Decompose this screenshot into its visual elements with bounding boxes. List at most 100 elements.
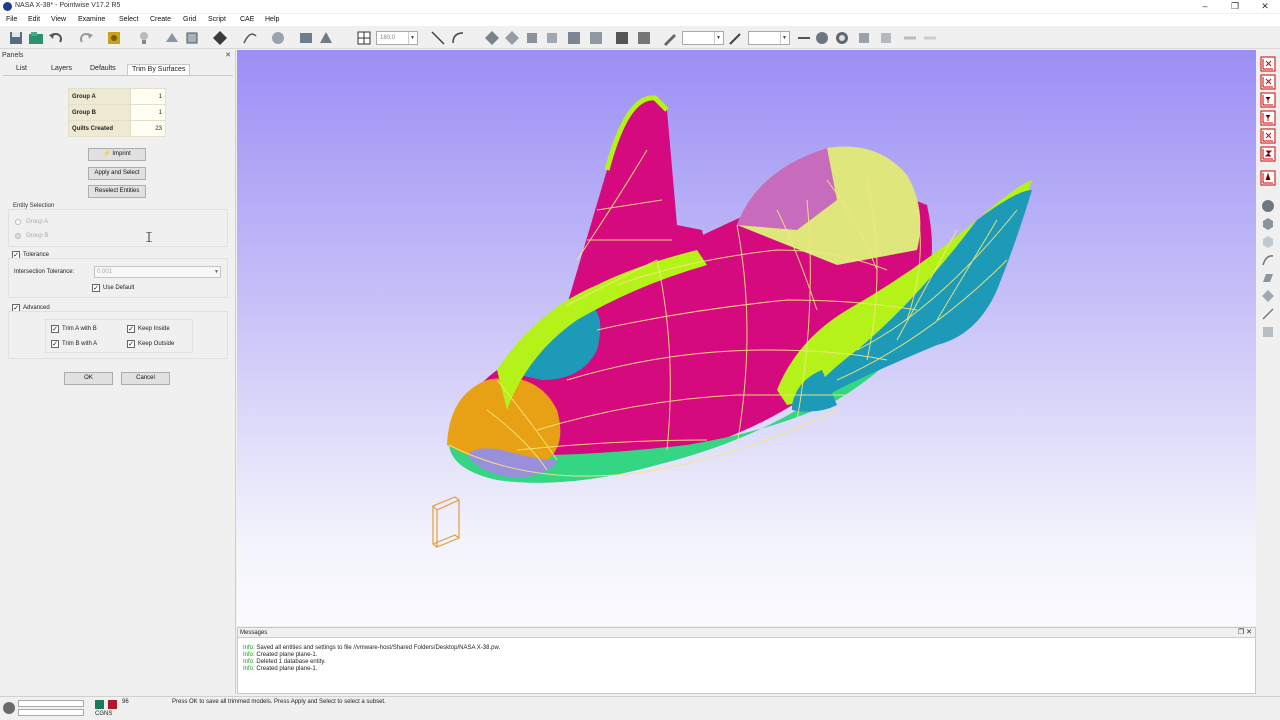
menu-script[interactable]: Script bbox=[208, 16, 226, 23]
message-text: Created plane plane-1. bbox=[256, 666, 318, 672]
view-yz-icon[interactable] bbox=[1260, 110, 1276, 126]
chevron-down-icon: ▼ bbox=[214, 269, 219, 275]
message-text: Saved all entities and settings to file … bbox=[256, 645, 501, 651]
keep-inside-checkbox[interactable]: ✓ bbox=[127, 325, 135, 333]
message-line: Info: Deleted 1 database entity. bbox=[243, 659, 326, 665]
view-xz-icon[interactable] bbox=[1260, 74, 1276, 90]
probe-icon[interactable] bbox=[1260, 306, 1276, 322]
journal-icon[interactable] bbox=[106, 30, 122, 46]
solve-icon[interactable] bbox=[544, 30, 560, 46]
group-b-option: Group B bbox=[26, 233, 49, 239]
view-yx-icon[interactable] bbox=[1260, 92, 1276, 108]
save-icon[interactable] bbox=[8, 30, 24, 46]
structured-icon[interactable] bbox=[566, 30, 582, 46]
messages-window-controls[interactable]: ❐ ✕ bbox=[1238, 628, 1252, 638]
cube-view-icon[interactable] bbox=[1260, 216, 1276, 232]
domain-icon[interactable] bbox=[484, 30, 500, 46]
menu-file[interactable]: File bbox=[6, 16, 17, 23]
table-row[interactable]: Quilts Created 23 bbox=[68, 120, 166, 137]
maximize-button[interactable]: ❐ bbox=[1220, 0, 1250, 13]
curve-view-icon[interactable] bbox=[1260, 252, 1276, 268]
use-default-checkbox[interactable]: ✓ bbox=[92, 284, 100, 292]
cube-view-icon[interactable] bbox=[184, 30, 200, 46]
message-line: Info: Created plane plane-1. bbox=[243, 666, 317, 672]
arc-tool-icon[interactable] bbox=[450, 30, 466, 46]
group-b-radio[interactable] bbox=[15, 233, 21, 239]
cae-icon[interactable] bbox=[856, 30, 872, 46]
surface-view-icon[interactable] bbox=[1260, 270, 1276, 286]
curve-tool-icon[interactable] bbox=[242, 30, 258, 46]
ruler-icon[interactable] bbox=[1260, 324, 1276, 340]
redo-icon[interactable] bbox=[78, 30, 94, 46]
black-square-icon[interactable] bbox=[614, 30, 630, 46]
intersection-tolerance-field[interactable]: 0.001 ▼ bbox=[94, 266, 221, 278]
undo-icon[interactable] bbox=[48, 30, 64, 46]
dimension-combo[interactable]: ▼ bbox=[682, 31, 724, 45]
extrude-icon[interactable] bbox=[524, 30, 540, 46]
group-a-radio[interactable] bbox=[15, 219, 21, 225]
pick-icon[interactable] bbox=[212, 30, 228, 46]
trim-a-with-b-checkbox[interactable]: ✓ bbox=[51, 325, 59, 333]
record-icon[interactable] bbox=[108, 700, 117, 709]
lightbulb-icon[interactable] bbox=[136, 30, 152, 46]
distribute-icon[interactable] bbox=[796, 30, 812, 46]
view-iso-icon[interactable] bbox=[1260, 170, 1276, 186]
export-icon[interactable] bbox=[878, 30, 894, 46]
grid-spacing-icon[interactable] bbox=[356, 30, 372, 46]
unlink-icon[interactable] bbox=[922, 30, 938, 46]
right-toolbar bbox=[1257, 50, 1280, 350]
flat-shade-icon[interactable] bbox=[1260, 234, 1276, 250]
gray-square-icon[interactable] bbox=[636, 30, 652, 46]
window-title: NASA X-38* - Pointwise V17.2 R5 bbox=[15, 2, 121, 9]
close-window-button[interactable]: ✕ bbox=[1250, 0, 1280, 13]
tab-defaults[interactable]: Defaults bbox=[86, 64, 120, 75]
graphics-viewport[interactable] bbox=[237, 50, 1256, 626]
cae-solver-icon[interactable] bbox=[95, 700, 104, 709]
view-xy-icon[interactable] bbox=[1260, 56, 1276, 72]
sphere-icon[interactable] bbox=[270, 30, 286, 46]
unstructured-icon[interactable] bbox=[588, 30, 604, 46]
sphere-view-icon[interactable] bbox=[1260, 198, 1276, 214]
menu-edit[interactable]: Edit bbox=[28, 16, 40, 23]
panels-close-icon[interactable]: ✕ bbox=[225, 51, 231, 59]
link-icon[interactable] bbox=[902, 30, 918, 46]
spacing-combo[interactable]: 180.0 ▼ bbox=[376, 31, 418, 45]
line-tool-icon[interactable] bbox=[430, 30, 446, 46]
menu-view[interactable]: View bbox=[51, 16, 66, 23]
view-zx-icon[interactable] bbox=[1260, 128, 1276, 144]
shading-icon[interactable] bbox=[318, 30, 334, 46]
minimize-button[interactable]: – bbox=[1190, 0, 1220, 13]
status-bar: 96 CGNS Press OK to save all trimmed mod… bbox=[0, 696, 1280, 720]
view-zy-icon[interactable] bbox=[1260, 146, 1276, 162]
tab-layers[interactable]: Layers bbox=[47, 64, 76, 75]
tab-list[interactable]: List bbox=[12, 64, 31, 75]
imprint-button[interactable]: ⚡ Imprint bbox=[88, 148, 146, 161]
block-icon[interactable] bbox=[504, 30, 520, 46]
menu-cae[interactable]: CAE bbox=[240, 16, 254, 23]
tab-trim-by-surfaces[interactable]: Trim By Surfaces bbox=[127, 64, 191, 75]
ok-button[interactable]: OK bbox=[64, 372, 113, 385]
pencil-icon[interactable] bbox=[662, 30, 678, 46]
open-icon[interactable] bbox=[28, 30, 44, 46]
plane-entity-glyph[interactable] bbox=[431, 496, 460, 548]
distribution-combo[interactable]: ▼ bbox=[748, 31, 790, 45]
apply-and-select-button[interactable]: Apply and Select bbox=[88, 167, 146, 180]
cancel-button[interactable]: Cancel bbox=[121, 372, 170, 385]
draw-icon[interactable] bbox=[728, 30, 744, 46]
table-row[interactable]: Group B 1 bbox=[68, 104, 166, 121]
trim-b-with-a-checkbox[interactable]: ✓ bbox=[51, 340, 59, 348]
menu-select[interactable]: Select bbox=[119, 16, 138, 23]
view-orient-icon[interactable] bbox=[164, 30, 180, 46]
block-view-icon[interactable] bbox=[1260, 288, 1276, 304]
menu-help[interactable]: Help bbox=[265, 16, 279, 23]
message-line: Info: Saved all entities and settings to… bbox=[243, 645, 500, 651]
menu-examine[interactable]: Examine bbox=[78, 16, 105, 23]
quality-icon[interactable] bbox=[814, 30, 830, 46]
menu-create[interactable]: Create bbox=[150, 16, 171, 23]
menu-grid[interactable]: Grid bbox=[183, 16, 196, 23]
examine-icon[interactable] bbox=[834, 30, 850, 46]
table-row[interactable]: Group A 1 bbox=[68, 88, 166, 105]
reselect-entities-button[interactable]: Reselect Entities bbox=[88, 185, 146, 198]
keep-outside-checkbox[interactable]: ✓ bbox=[127, 340, 135, 348]
surface-icon[interactable] bbox=[298, 30, 314, 46]
